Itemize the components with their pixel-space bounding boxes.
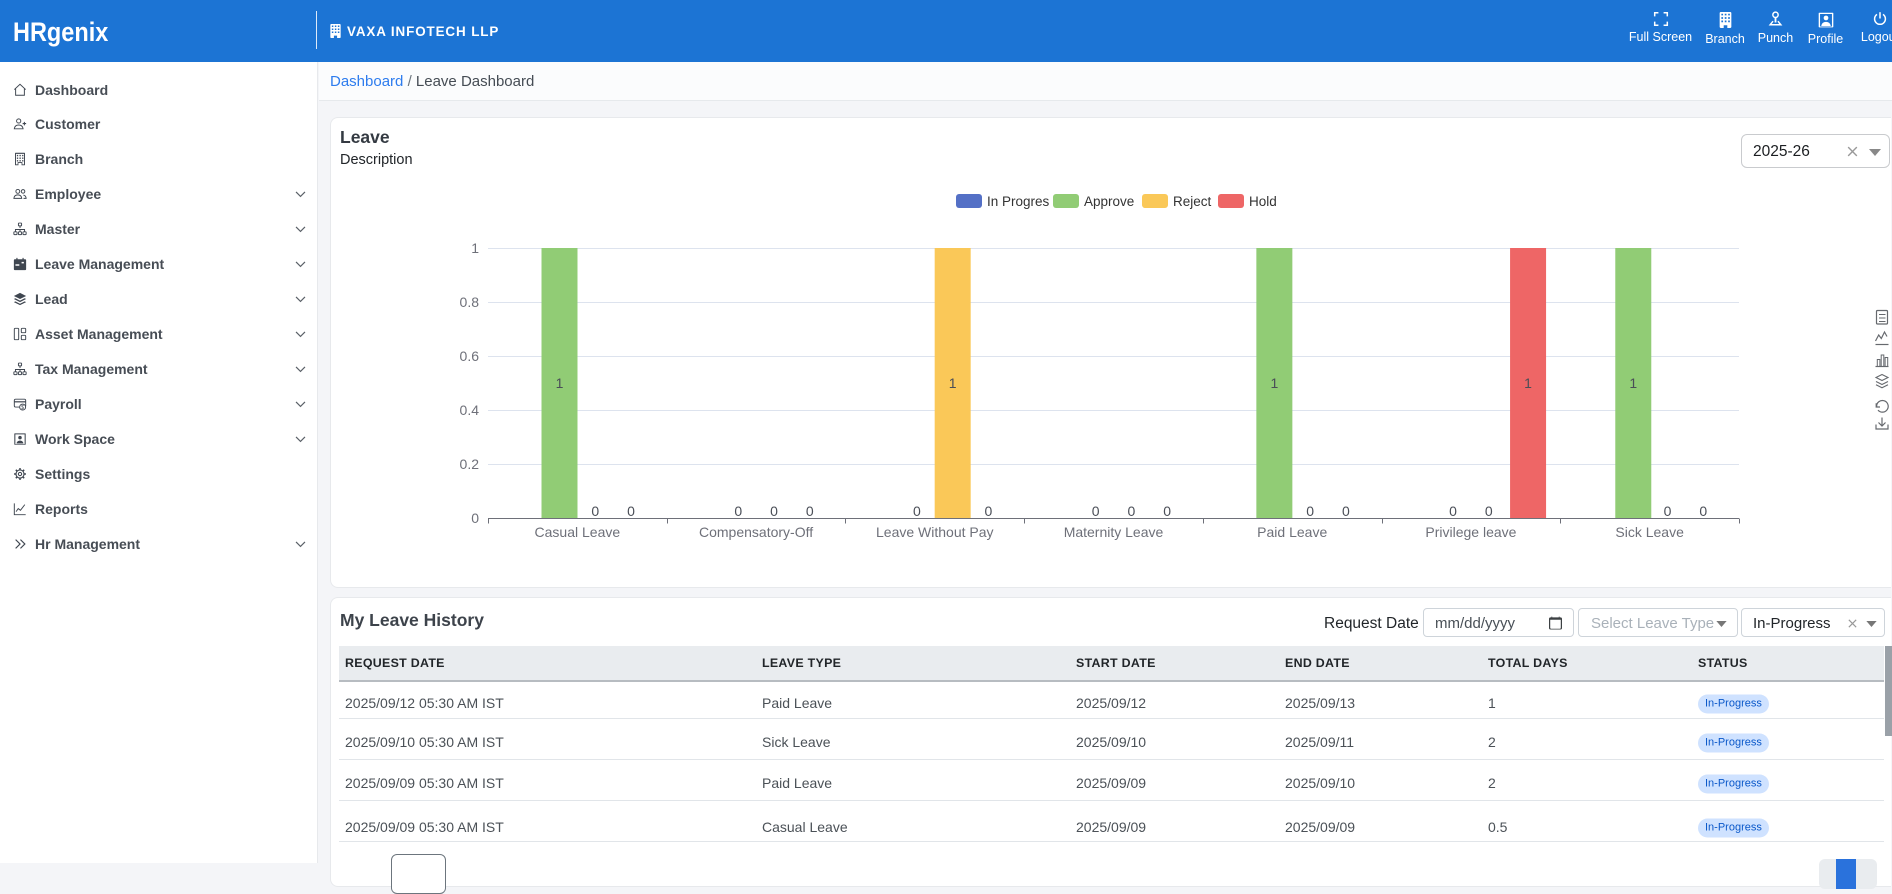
svg-text:Maternity Leave: Maternity Leave: [1064, 524, 1164, 540]
svg-text:0: 0: [591, 503, 599, 519]
svg-text:$: $: [21, 405, 24, 411]
svg-text:0: 0: [1306, 503, 1314, 519]
svg-text:1: 1: [1629, 375, 1637, 391]
svg-text:Paid Leave: Paid Leave: [1257, 524, 1327, 540]
svg-text:0: 0: [770, 503, 778, 519]
svg-text:0: 0: [1127, 503, 1135, 519]
svg-text:0: 0: [1092, 503, 1100, 519]
svg-text:Hold: Hold: [1249, 194, 1277, 209]
svg-text:Privilege leave: Privilege leave: [1425, 524, 1516, 540]
svg-text:0.4: 0.4: [460, 402, 480, 418]
svg-text:1: 1: [471, 240, 479, 256]
svg-text:Leave Without Pay: Leave Without Pay: [876, 524, 994, 540]
svg-text:0: 0: [1163, 503, 1171, 519]
svg-text:0: 0: [1342, 503, 1350, 519]
svg-text:0.8: 0.8: [460, 294, 480, 310]
svg-text:Sick Leave: Sick Leave: [1615, 524, 1684, 540]
svg-text:1: 1: [1270, 375, 1278, 391]
svg-text:0.2: 0.2: [460, 456, 480, 472]
svg-text:0: 0: [985, 503, 993, 519]
svg-text:1: 1: [556, 375, 564, 391]
svg-text:0: 0: [471, 510, 479, 526]
svg-text:0: 0: [1485, 503, 1493, 519]
svg-text:0: 0: [913, 503, 921, 519]
svg-text:Casual Leave: Casual Leave: [535, 524, 621, 540]
svg-text:0: 0: [734, 503, 742, 519]
svg-text:0: 0: [1664, 503, 1672, 519]
svg-text:0: 0: [806, 503, 814, 519]
svg-text:0: 0: [1449, 503, 1457, 519]
svg-text:0: 0: [1699, 503, 1707, 519]
svg-text:In Progres: In Progres: [987, 194, 1050, 209]
svg-text:Reject: Reject: [1173, 194, 1212, 209]
svg-text:1: 1: [949, 375, 957, 391]
svg-text:Compensatory-Off: Compensatory-Off: [699, 524, 813, 540]
svg-text:0: 0: [627, 503, 635, 519]
svg-text:Approve: Approve: [1084, 194, 1134, 209]
svg-text:1: 1: [1524, 375, 1532, 391]
svg-text:0.6: 0.6: [460, 348, 480, 364]
